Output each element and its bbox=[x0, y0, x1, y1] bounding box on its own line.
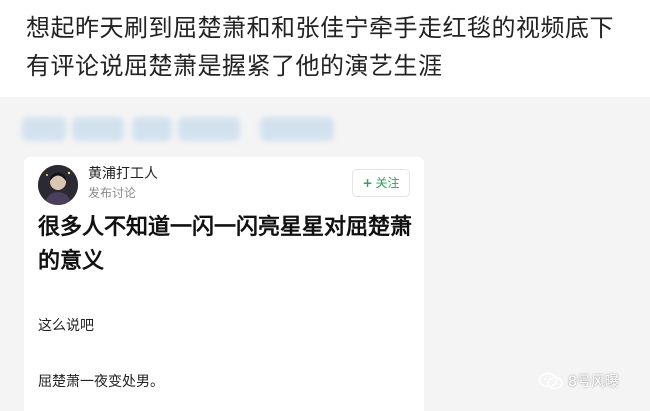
watermark: 8号风曝 bbox=[538, 370, 619, 392]
follow-label: 关注 bbox=[375, 176, 400, 190]
plus-icon: + bbox=[362, 176, 373, 190]
headline-text: 想起昨天刷到屈楚萧和和张佳宁牵手走红毯的视频底下有评论说屈楚萧是握紧了他的演艺生… bbox=[26, 14, 614, 80]
post-card: 黄浦打工人 发布讨论 + 关注 很多人不知道一闪一闪亮星星对屈楚萧的意义 这么说吧… bbox=[24, 157, 424, 411]
watermark-label: 8号风曝 bbox=[568, 374, 619, 390]
blurred-chip bbox=[132, 117, 172, 141]
avatar-image bbox=[38, 165, 78, 205]
avatar[interactable] bbox=[38, 165, 78, 205]
blurred-chip bbox=[22, 117, 66, 141]
author-name[interactable]: 黄浦打工人 bbox=[88, 163, 158, 183]
headline-panel: 想起昨天刷到屈楚萧和和张佳宁牵手走红毯的视频底下有评论说屈楚萧是握紧了他的演艺生… bbox=[0, 0, 650, 97]
wechat-icon bbox=[538, 372, 563, 390]
blurred-chip bbox=[178, 117, 240, 141]
follow-button[interactable]: + 关注 bbox=[352, 169, 410, 197]
blurred-chip bbox=[260, 117, 334, 141]
blurred-tab-row bbox=[22, 117, 342, 141]
post-body-line: 这么说吧 bbox=[38, 318, 94, 334]
blurred-chip bbox=[72, 117, 124, 141]
post-title: 很多人不知道一闪一闪亮星星对屈楚萧的意义 bbox=[38, 215, 413, 274]
post-body-line: 屈楚萧一夜变处男。 bbox=[38, 374, 164, 390]
post-type-label: 发布讨论 bbox=[88, 186, 137, 200]
